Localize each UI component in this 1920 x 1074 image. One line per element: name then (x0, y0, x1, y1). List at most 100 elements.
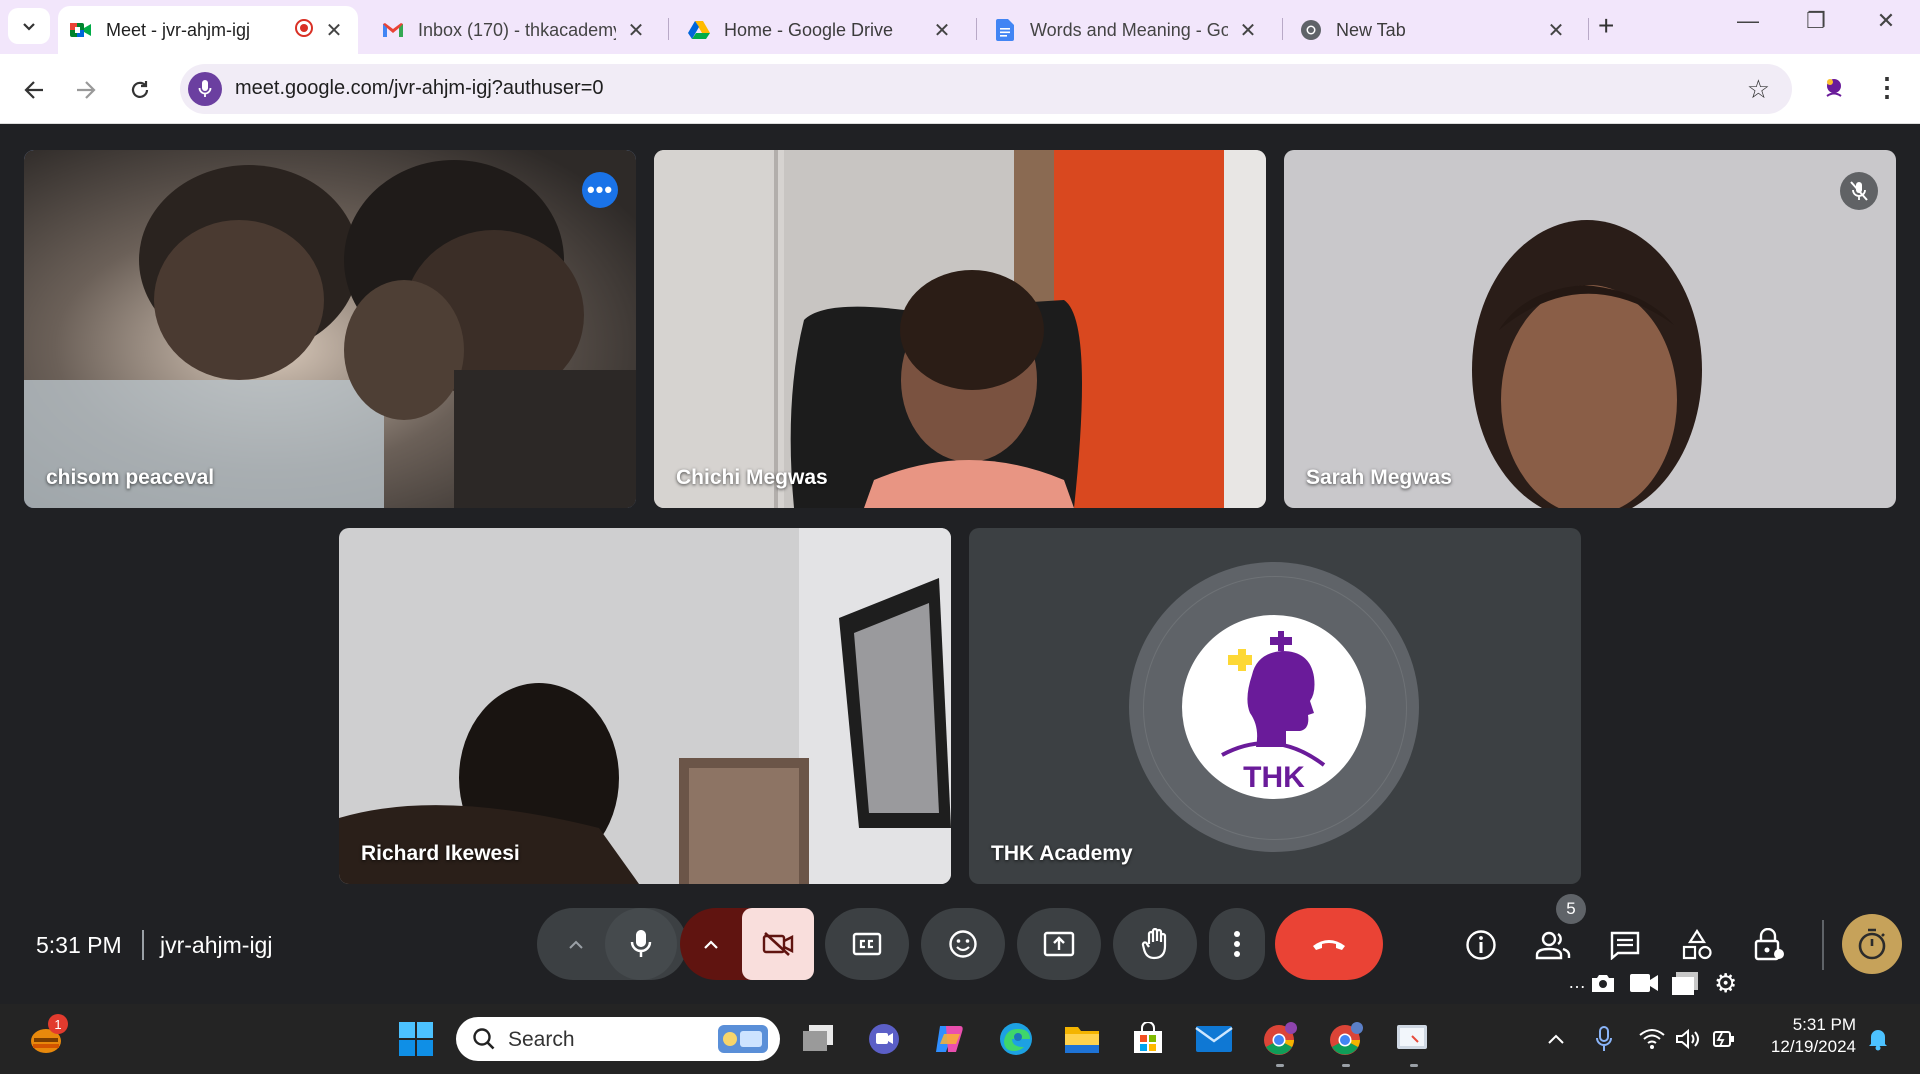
snipping-tool-icon (1397, 1025, 1427, 1049)
google-docs-icon (994, 19, 1016, 41)
leave-call-button[interactable] (1275, 908, 1383, 980)
google-drive-icon (688, 19, 710, 41)
search-icon (473, 1028, 495, 1050)
window-capture-icon[interactable] (1672, 972, 1698, 1001)
task-view-icon (803, 1025, 833, 1051)
tab-google-drive[interactable]: Home - Google Drive ✕ (676, 6, 966, 54)
close-icon[interactable]: ✕ (624, 18, 648, 43)
more-icon[interactable]: … (1568, 972, 1586, 993)
reload-icon (131, 81, 149, 98)
tab-title: Words and Meaning - Go (1030, 19, 1228, 40)
volume-button[interactable] (1668, 1019, 1708, 1059)
bell-icon (1869, 1030, 1887, 1051)
extension-icon[interactable] (1820, 74, 1848, 102)
arrow-right-icon (77, 81, 96, 99)
microphone-button[interactable] (605, 908, 677, 980)
network-button[interactable] (1632, 1019, 1672, 1059)
bookmark-star-icon[interactable]: ☆ (1747, 74, 1770, 105)
tab-google-docs[interactable]: Words and Meaning - Go ✕ (982, 6, 1272, 54)
timer-extension-button[interactable] (1842, 914, 1902, 974)
battery-button[interactable] (1704, 1019, 1744, 1059)
folder-icon (1065, 1027, 1099, 1053)
host-controls-button[interactable] (1748, 924, 1790, 966)
close-icon[interactable]: ✕ (1236, 18, 1260, 43)
microsoft-store-button[interactable] (1128, 1019, 1168, 1059)
windows-logo-icon (399, 1022, 433, 1056)
more-options-icon[interactable]: ••• (582, 172, 618, 208)
people-button[interactable] (1532, 924, 1574, 966)
divider (142, 930, 144, 960)
speaker-icon (1676, 1028, 1699, 1050)
meeting-details-button[interactable] (1460, 924, 1502, 966)
gmail-icon (382, 19, 404, 41)
close-icon[interactable]: ✕ (930, 18, 954, 43)
running-indicator (1410, 1064, 1418, 1067)
tab-search-button[interactable] (8, 8, 50, 44)
microphone-icon[interactable] (188, 72, 222, 106)
taskbar-clock[interactable]: 5:31 PM 12/19/2024 (1760, 1014, 1856, 1058)
start-button[interactable] (396, 1019, 436, 1059)
tab-title: Inbox (170) - thkacademy (418, 19, 616, 40)
file-explorer-button[interactable] (1062, 1019, 1102, 1059)
back-button[interactable] (14, 70, 54, 110)
screenshot-icon[interactable] (1590, 972, 1616, 999)
activities-button[interactable] (1676, 924, 1718, 966)
settings-gear-icon[interactable]: ⚙ (1714, 970, 1737, 996)
present-screen-button[interactable] (1017, 908, 1101, 980)
recording-icon (294, 18, 314, 43)
task-view-button[interactable] (798, 1019, 838, 1059)
taskbar-date: 12/19/2024 (1770, 1037, 1856, 1056)
taskbar-search[interactable]: Search (456, 1017, 780, 1061)
participant-tile[interactable]: Richard Ikewesi (339, 528, 951, 884)
participant-video (654, 150, 1266, 508)
restore-button[interactable]: ❐ (1796, 8, 1836, 34)
camera-button[interactable] (742, 908, 814, 980)
participant-tile[interactable]: Sarah Megwas (1284, 150, 1896, 508)
emoji-reactions-button[interactable] (921, 908, 1005, 980)
divider (1822, 920, 1824, 970)
tab-gmail[interactable]: Inbox (170) - thkacademy ✕ (370, 6, 660, 54)
reload-button[interactable] (120, 70, 160, 110)
tab-title: Meet - jvr-ahjm-igj (106, 19, 251, 40)
raise-hand-button[interactable] (1113, 908, 1197, 980)
copilot-button[interactable] (930, 1019, 970, 1059)
browser-menu-button[interactable]: ⋮ (1874, 72, 1900, 103)
teams-chat-button[interactable] (864, 1019, 904, 1059)
close-icon[interactable]: ✕ (1544, 18, 1568, 43)
notifications-button[interactable] (1858, 1019, 1898, 1059)
participant-tile[interactable]: Chichi Megwas (654, 150, 1266, 508)
tab-meet[interactable]: Meet - jvr-ahjm-igj ✕ (58, 6, 358, 54)
meeting-time: 5:31 PM (36, 932, 122, 958)
minimize-button[interactable]: — (1728, 8, 1768, 34)
more-options-button[interactable] (1209, 908, 1265, 980)
snipping-tool-button[interactable] (1392, 1019, 1432, 1059)
new-tab-button[interactable]: + (1598, 10, 1614, 42)
close-window-button[interactable]: ✕ (1866, 8, 1906, 34)
tab-new-tab[interactable]: New Tab ✕ (1288, 6, 1580, 54)
captions-button[interactable] (825, 908, 909, 980)
mail-button[interactable] (1194, 1019, 1234, 1059)
close-icon[interactable]: ✕ (322, 18, 346, 43)
timer-icon (1858, 928, 1886, 960)
video-options-button[interactable] (680, 908, 742, 980)
edge-button[interactable] (996, 1019, 1036, 1059)
browser-toolbar: meet.google.com/jvr-ahjm-igj?authuser=0 … (0, 54, 1920, 124)
address-bar[interactable]: meet.google.com/jvr-ahjm-igj?authuser=0 … (180, 64, 1792, 114)
game-bar-overlay: … ⚙ (1560, 968, 1750, 1004)
tab-separator (1588, 18, 1589, 40)
record-icon[interactable] (1630, 974, 1658, 997)
participant-tile[interactable]: ••• chisom peaceval (24, 150, 636, 508)
show-hidden-icons-button[interactable] (1536, 1019, 1576, 1059)
participant-tile[interactable]: THK THK Academy (969, 528, 1581, 884)
chrome-profile-1-button[interactable] (1260, 1019, 1300, 1059)
chevron-up-icon (1548, 1034, 1564, 1044)
forward-button[interactable] (66, 70, 106, 110)
audio-options-button[interactable] (547, 908, 605, 980)
avatar-text: THK (1243, 761, 1305, 794)
chrome-icon (1264, 1022, 1297, 1055)
participant-video (24, 150, 636, 508)
microphone-in-use-indicator[interactable] (1584, 1019, 1624, 1059)
chat-button[interactable] (1604, 924, 1646, 966)
chrome-profile-2-button[interactable] (1326, 1019, 1366, 1059)
participant-name: THK Academy (991, 842, 1133, 865)
